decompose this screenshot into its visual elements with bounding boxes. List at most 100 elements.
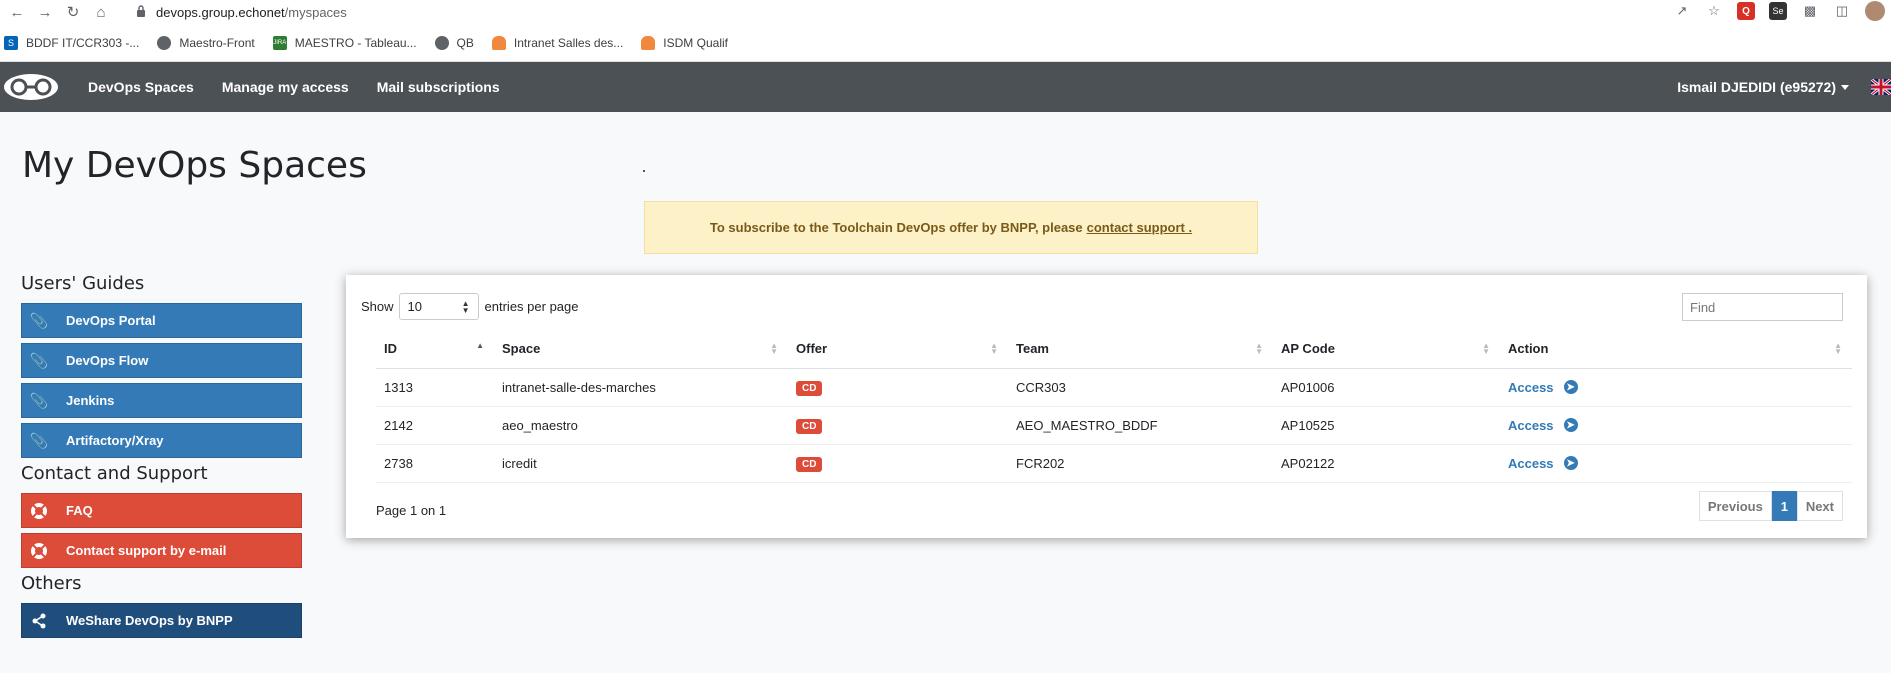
guide-devops-portal[interactable]: 📎 DevOps Portal	[21, 303, 302, 338]
sidebar: Users' Guides 📎 DevOps Portal 📎 DevOps Flo…	[21, 269, 302, 643]
table-row: 2738 icredit CD FCR202 AP02122 Access ➤	[376, 444, 1852, 483]
browser-toolbar: ← → ↻ ⌂ devops.group.echonet/myspaces ↗ …	[0, 0, 1891, 24]
page-1-button[interactable]: 1	[1771, 491, 1797, 521]
bookmark-label: Intranet Salles des...	[513, 35, 624, 50]
paperclip-icon: 📎	[29, 312, 49, 330]
guide-artifactory[interactable]: 📎 Artifactory/Xray	[21, 423, 302, 458]
entries-per-page-select[interactable]: 10 ▲ ▼	[398, 293, 479, 320]
col-label: Team	[1016, 341, 1049, 357]
lifebuoy-icon	[22, 494, 56, 527]
next-button[interactable]: Next	[1796, 491, 1843, 521]
entries-label: entries per page	[484, 299, 579, 314]
offer-badge: CD	[796, 456, 823, 472]
table-row: 1313 intranet-salle-des-marches CD CCR30…	[376, 368, 1852, 407]
address-bar[interactable]: devops.group.echonet/myspaces	[136, 5, 347, 20]
cloud-icon	[491, 35, 506, 50]
share-nodes-icon	[22, 604, 56, 637]
col-action[interactable]: Action ▲ ▼	[1500, 330, 1852, 369]
cell-id: 2738	[376, 444, 494, 483]
arrow-circle-right-icon: ➤	[1563, 380, 1578, 394]
find-input[interactable]: Find	[1682, 293, 1843, 321]
sidepanel-icon[interactable]: ◫	[1833, 2, 1851, 20]
bookmark-item[interactable]: S BDDF IT/CCR303 -...	[4, 35, 139, 50]
forward-arrow-icon[interactable]: →	[34, 1, 56, 23]
contact-support-link[interactable]: contact support .	[1087, 220, 1192, 235]
home-icon[interactable]: ⌂	[90, 1, 112, 23]
cell-team: FCR202	[1008, 444, 1273, 483]
access-link[interactable]: Access ➤	[1508, 456, 1578, 471]
star-icon[interactable]: ☆	[1705, 2, 1723, 20]
bookmark-label: Maestro-Front	[179, 35, 255, 50]
col-offer[interactable]: Offer ▲ ▼	[788, 330, 1008, 369]
lifebuoy-icon	[22, 534, 56, 567]
faq-label: FAQ	[66, 503, 93, 518]
jira-icon: JIRA	[272, 35, 287, 50]
sort-icon: ▲ ▼	[770, 341, 778, 356]
bookmark-item[interactable]: Maestro-Front	[157, 35, 255, 50]
cell-team: AEO_MAESTRO_BDDF	[1008, 406, 1273, 445]
cell-offer: CD	[788, 368, 1008, 407]
access-link[interactable]: Access ➤	[1508, 418, 1578, 433]
col-id[interactable]: ID ▲	[376, 330, 494, 369]
col-label: ID	[384, 341, 397, 357]
url-host: devops.group.echonet	[156, 4, 285, 20]
paperclip-icon: 📎	[29, 352, 49, 370]
access-link[interactable]: Access ➤	[1508, 380, 1578, 395]
cell-ap-code: AP10525	[1273, 406, 1500, 445]
col-team[interactable]: Team ▲ ▼	[1008, 330, 1273, 369]
user-menu[interactable]: Ismail DJEDIDI (e95272)	[1677, 79, 1849, 95]
others-heading: Others	[21, 573, 82, 594]
sort-icon: ▲ ▼	[1255, 341, 1263, 356]
guide-devops-flow[interactable]: 📎 DevOps Flow	[21, 343, 302, 378]
url-path: /myspaces	[284, 4, 347, 20]
cell-action: Access ➤	[1500, 406, 1852, 445]
col-ap-code[interactable]: AP Code ▲ ▼	[1273, 330, 1500, 369]
cell-space: icredit	[494, 444, 788, 483]
paperclip-icon: 📎	[29, 392, 49, 410]
globe-icon	[434, 35, 449, 50]
sort-icon: ▲ ▼	[1834, 341, 1842, 356]
bookmark-item[interactable]: Intranet Salles des...	[491, 35, 624, 50]
col-label: Action	[1508, 341, 1549, 357]
show-label: Show	[361, 299, 394, 314]
guide-label: DevOps Portal	[66, 313, 156, 328]
guide-jenkins[interactable]: 📎 Jenkins	[21, 383, 302, 418]
contact-email-button[interactable]: Contact support by e-mail	[21, 533, 302, 568]
share-icon[interactable]: ↗	[1673, 2, 1691, 20]
col-space[interactable]: Space ▲ ▼	[494, 330, 788, 369]
reload-icon[interactable]: ↻	[62, 1, 84, 23]
lock-icon	[136, 4, 146, 20]
spaces-table: ID ▲ Space ▲ ▼ Offer ▲ ▼ Team ▲ ▼ AP Code ▲ ▼ Act…	[376, 330, 1852, 483]
sort-icon: ▲ ▼	[1482, 341, 1490, 356]
back-arrow-icon[interactable]: ←	[6, 1, 28, 23]
weshare-button[interactable]: WeShare DevOps by BNPP	[21, 603, 302, 638]
bookmark-item[interactable]: JIRA MAESTRO - Tableau...	[272, 35, 417, 50]
subscribe-alert: To subscribe to the Toolchain DevOps off…	[644, 201, 1258, 254]
profile-avatar[interactable]	[1865, 1, 1885, 21]
weshare-label: WeShare DevOps by BNPP	[66, 613, 233, 628]
nav-mail-subscriptions[interactable]: Mail subscriptions	[377, 79, 500, 95]
cell-offer: CD	[788, 444, 1008, 483]
nav-devops-spaces[interactable]: DevOps Spaces	[88, 79, 194, 95]
col-label: AP Code	[1281, 341, 1335, 357]
puzzle-icon[interactable]: ▩	[1801, 2, 1819, 20]
uk-flag-icon[interactable]	[1871, 79, 1891, 95]
cell-space: intranet-salle-des-marches	[494, 368, 788, 407]
entries-value: 10	[407, 299, 422, 314]
faq-button[interactable]: FAQ	[21, 493, 302, 528]
extension-q-icon[interactable]: Q	[1737, 2, 1755, 20]
bookmark-label: QB	[456, 35, 474, 50]
extension-se-icon[interactable]: Se	[1769, 2, 1787, 20]
col-label: Offer	[796, 341, 828, 357]
offer-badge: CD	[796, 380, 823, 396]
bookmark-item[interactable]: ISDM Qualif	[641, 35, 728, 50]
cell-team: CCR303	[1008, 368, 1273, 407]
contact-support-heading: Contact and Support	[21, 463, 208, 484]
select-arrows-icon: ▲ ▼	[461, 298, 470, 315]
devops-logo-icon[interactable]	[2, 72, 60, 102]
previous-button[interactable]: Previous	[1698, 491, 1772, 521]
access-label: Access	[1508, 455, 1554, 471]
sort-asc-icon: ▲	[476, 341, 484, 350]
nav-manage-access[interactable]: Manage my access	[222, 79, 349, 95]
bookmark-item[interactable]: QB	[434, 35, 474, 50]
